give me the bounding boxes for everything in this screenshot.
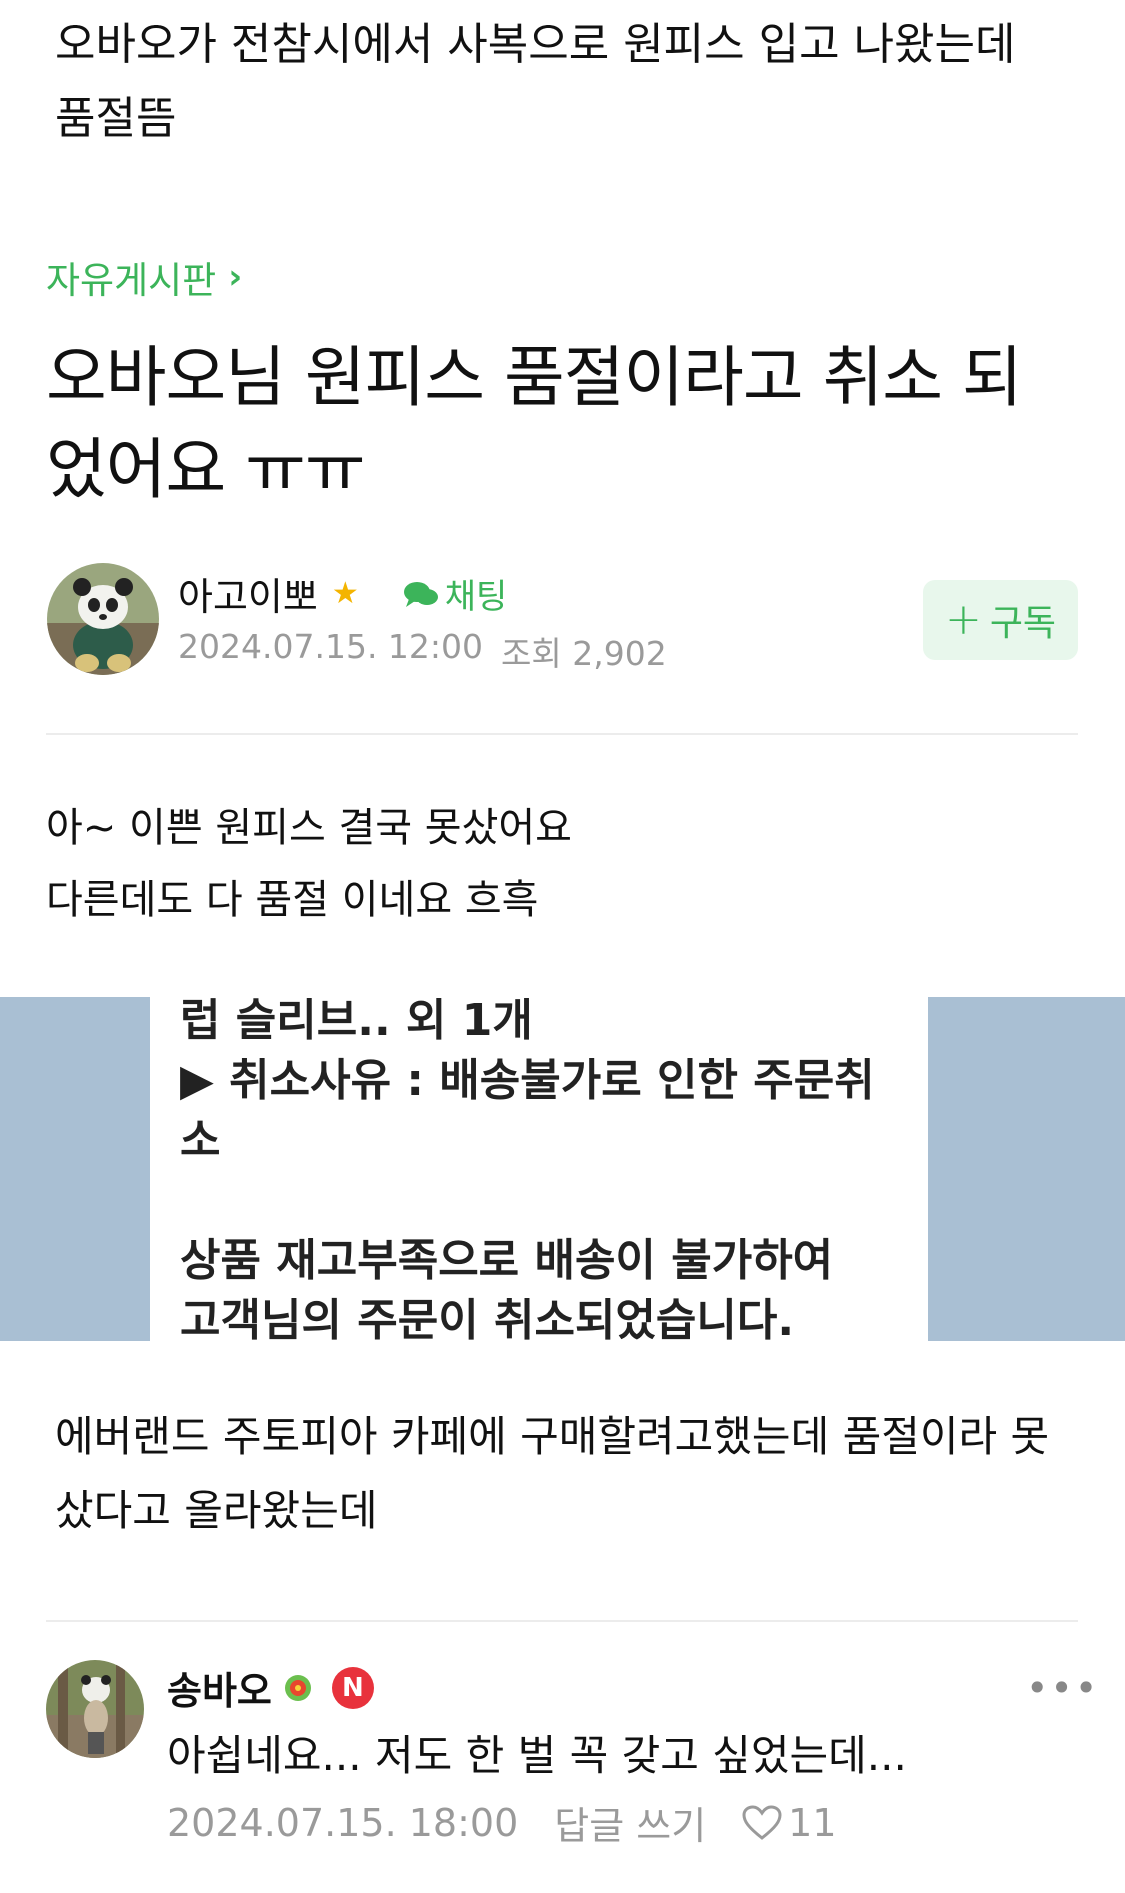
comment-date: 2024.07.15. 18:00 [167,1800,519,1845]
new-badge: N [331,1666,374,1709]
like-button[interactable]: 11 [742,1800,837,1845]
panda-keeper-avatar-icon [46,1660,144,1758]
chat-button[interactable]: 채팅 [403,569,508,618]
post-headline: 오바오가 전참시에서 사복으로 원피스 입고 나왔는데 품절뜸 [55,19,1016,144]
author-name[interactable]: 아고이뽀 [178,566,318,621]
more-options-icon[interactable]: ••• [1026,1666,1099,1710]
commenter-avatar[interactable] [46,1660,144,1758]
screenshot-line: 상품 재고부족으로 배송이 불가하여 [180,1235,834,1286]
chat-label: 채팅 [444,577,508,617]
body-line: 다른데도 다 품절 이네요 흐흑 [46,877,539,923]
comment-meta: 2024.07.15. 18:00 답글 쓰기 11 [167,1795,837,1850]
embedded-screenshot[interactable]: 럽 슬리브.. 외 1개 ▶ 취소사유 : 배송불가로 인한 주문취소 상품 재… [0,997,1125,1341]
divider [46,733,1078,735]
post-body: 아~ 이쁜 원피스 결국 못샀어요 다른데도 다 품절 이네요 흐흑 [46,792,572,936]
board-link[interactable]: 자유게시판 › [46,250,242,304]
comment-text: 아쉽네요... 저도 한 벌 꼭 갖고 싶었는데... [167,1731,907,1780]
post-meta: 2024.07.15. 12:00 조회 2,902 [178,627,667,675]
flower-badge-icon [284,1674,311,1701]
commenter-name[interactable]: 송바오 [167,1660,272,1715]
star-icon: ★ [331,576,359,611]
plus-icon: + [944,594,982,645]
caption-text: 에버랜드 주토피아 카페에 구매할려고했는데 품절이라 못샀다고 올라왔는데 [55,1412,1050,1535]
board-name: 자유게시판 [46,259,217,302]
chat-bubble-icon [403,581,438,607]
panda-avatar-icon [47,563,159,675]
chevron-right-icon: › [228,257,243,297]
heart-icon [742,1804,782,1840]
screenshot-line: 고객님의 주문이 취소되었습니다. [180,1295,795,1341]
view-count: 조회 2,902 [501,634,667,673]
body-line: 아~ 이쁜 원피스 결국 못샀어요 [46,805,572,851]
divider [46,1620,1078,1622]
comment-header: 송바오 N [167,1660,374,1715]
like-count: 11 [788,1800,837,1845]
subscribe-label: 구독 [989,603,1057,644]
author-avatar[interactable] [47,563,159,675]
post-date: 2024.07.15. 12:00 [178,627,484,666]
screenshot-content: 럽 슬리브.. 외 1개 ▶ 취소사유 : 배송불가로 인한 주문취소 상품 재… [150,997,928,1341]
subscribe-button[interactable]: + 구독 [923,580,1078,660]
author-row: 아고이뽀 ★ 채팅 [178,566,507,621]
screenshot-line: ▶ 취소사유 : 배송불가로 인한 주문취소 [180,1055,875,1166]
post-title: 오바오님 원피스 품절이라고 취소 되었어요 ㅠㅠ [46,339,1023,508]
reply-button[interactable]: 답글 쓰기 [554,1795,706,1850]
screenshot-line: 럽 슬리브.. 외 1개 [180,997,533,1046]
screenshot-text: 럽 슬리브.. 외 1개 ▶ 취소사유 : 배송불가로 인한 주문취소 상품 재… [180,997,900,1341]
